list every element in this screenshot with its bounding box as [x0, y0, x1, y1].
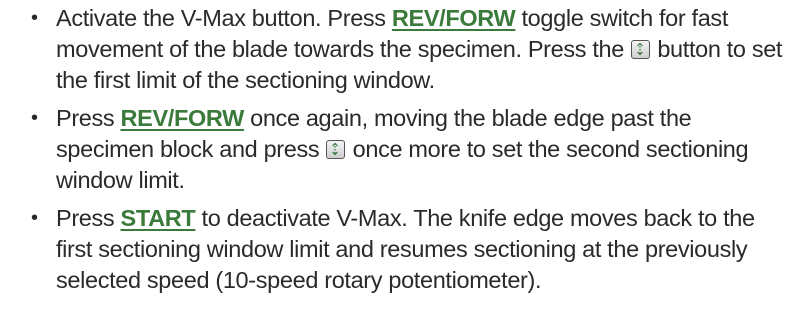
- instruction-step: • Press START to deactivate V-Max. The k…: [30, 203, 794, 296]
- rev-forw-key: REV/FORW: [391, 5, 516, 31]
- start-key: START: [120, 205, 196, 231]
- instruction-step: • Press REV/FORW once again, moving the …: [30, 103, 794, 196]
- bullet: •: [31, 7, 38, 29]
- rev-forw-key: REV/FORW: [120, 105, 245, 131]
- step-text: Activate the V-Max button. Press: [56, 5, 392, 31]
- bullet: •: [31, 207, 38, 229]
- window-limit-icon: [326, 140, 346, 159]
- instruction-steps: • Activate the V-Max button. Press REV/F…: [30, 3, 794, 296]
- bullet: •: [31, 107, 38, 129]
- step-text: Press: [56, 205, 121, 231]
- instruction-step: • Activate the V-Max button. Press REV/F…: [30, 3, 794, 96]
- step-text: Press: [56, 105, 121, 131]
- instruction-page: • Activate the V-Max button. Press REV/F…: [0, 0, 794, 335]
- window-limit-icon: [631, 40, 651, 59]
